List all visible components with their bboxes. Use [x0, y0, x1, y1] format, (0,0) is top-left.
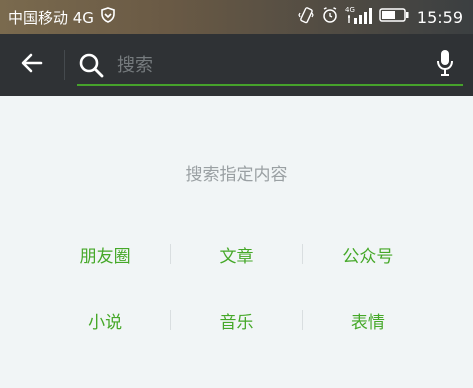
clock: 15:59 — [416, 7, 463, 27]
category-official-accounts[interactable]: 公众号 — [303, 242, 433, 267]
category-music[interactable]: 音乐 — [171, 308, 301, 333]
search-underline — [77, 84, 463, 86]
alarm-icon — [321, 6, 339, 28]
shield-icon — [100, 7, 116, 27]
mic-button[interactable] — [427, 45, 463, 85]
category-novels[interactable]: 小说 — [40, 308, 170, 333]
signal-icon: 4G — [345, 5, 373, 29]
search-content: 搜索指定内容 朋友圈 文章 公众号 小说 音乐 表情 — [0, 96, 473, 388]
search-icon — [77, 51, 105, 79]
search-header — [0, 34, 473, 96]
search-box[interactable] — [77, 34, 463, 96]
category-row: 小说 音乐 表情 — [40, 287, 433, 353]
category-row: 朋友圈 文章 公众号 — [40, 221, 433, 287]
category-moments[interactable]: 朋友圈 — [40, 242, 170, 267]
category-stickers[interactable]: 表情 — [303, 308, 433, 333]
header-divider — [64, 50, 65, 80]
microphone-icon — [435, 48, 455, 82]
category-grid: 朋友圈 文章 公众号 小说 音乐 表情 — [40, 221, 433, 353]
arrow-left-icon — [19, 50, 45, 80]
svg-text:4G: 4G — [345, 6, 355, 14]
back-button[interactable] — [0, 34, 64, 96]
carrier-label: 中国移动 4G — [8, 8, 94, 27]
search-input[interactable] — [115, 48, 427, 82]
search-hint: 搜索指定内容 — [185, 165, 288, 185]
vibrate-icon — [297, 6, 315, 28]
category-articles[interactable]: 文章 — [171, 242, 301, 267]
status-bar: 中国移动 4G 4G 15:59 — [0, 0, 473, 34]
battery-icon — [379, 7, 409, 27]
